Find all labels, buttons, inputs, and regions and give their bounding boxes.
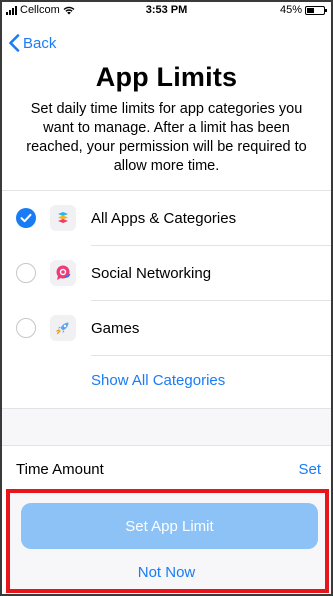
not-now-button[interactable]: Not Now xyxy=(2,564,331,581)
status-bar: Cellcom 3:53 PM 45% xyxy=(2,2,331,18)
category-label: Social Networking xyxy=(91,264,212,282)
time-amount-set-link[interactable]: Set xyxy=(298,461,321,478)
time-amount-label: Time Amount xyxy=(16,460,104,478)
radio-checked[interactable] xyxy=(16,208,36,228)
divider xyxy=(91,355,331,356)
set-app-limit-button[interactable]: Set App Limit xyxy=(21,503,318,549)
page-title: App Limits xyxy=(95,62,238,92)
show-all-categories-link[interactable]: Show All Categories xyxy=(91,372,225,389)
category-label: All Apps & Categories xyxy=(91,209,237,227)
chevron-left-icon xyxy=(9,34,20,52)
radio-unchecked[interactable] xyxy=(16,263,36,283)
category-row-social-networking[interactable]: Social Networking xyxy=(2,246,331,300)
section-gap xyxy=(2,409,331,445)
battery-percent: 45% xyxy=(279,4,302,16)
status-right: 45% xyxy=(279,3,327,17)
time-amount-row[interactable]: Time Amount Set xyxy=(2,446,331,492)
category-label: Games xyxy=(91,319,140,337)
back-button[interactable]: Back xyxy=(8,34,56,52)
radio-unchecked[interactable] xyxy=(16,318,36,338)
category-row-all-apps[interactable]: All Apps & Categories xyxy=(2,191,331,245)
battery-icon xyxy=(305,5,327,15)
page-description: Set daily time limits for app categories… xyxy=(26,101,307,174)
chat-bubble-icon xyxy=(50,260,76,286)
screen-frame: Cellcom 3:53 PM 45% Back App Limits Set … xyxy=(0,0,333,596)
back-label: Back xyxy=(23,34,57,52)
stack-icon xyxy=(50,205,76,231)
rocket-icon xyxy=(50,315,76,341)
checkmark-icon xyxy=(20,213,32,223)
category-row-games[interactable]: Games xyxy=(2,301,331,355)
